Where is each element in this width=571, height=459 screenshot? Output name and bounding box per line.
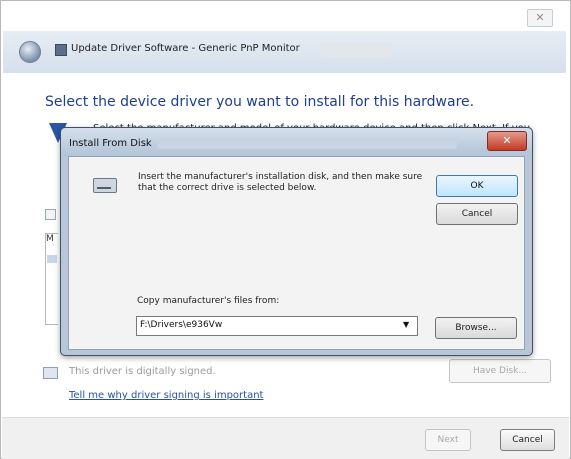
wizard-footer <box>2 417 569 459</box>
title-blur-region <box>321 43 391 57</box>
disk-drive-icon <box>93 178 117 193</box>
list-header: M <box>46 234 54 244</box>
path-combobox[interactable]: F:\Drivers\e936Vw ▼ <box>136 316 418 336</box>
title-blur-region <box>157 137 457 149</box>
dialog-body: Insert the manufacturer's installation d… <box>68 156 525 350</box>
window-title: Update Driver Software - Generic PnP Mon… <box>71 43 300 54</box>
dialog-titlebar: Install From Disk ✕ <box>61 128 532 156</box>
next-button[interactable]: Next <box>425 429 471 451</box>
compatible-hardware-checkbox[interactable] <box>45 209 56 220</box>
dialog-close-button[interactable]: ✕ <box>487 131 527 151</box>
monitor-icon <box>55 44 67 56</box>
dialog-cancel-button[interactable]: Cancel <box>436 203 518 225</box>
have-disk-button[interactable]: Have Disk... <box>449 359 551 383</box>
page-heading: Select the device driver you want to ins… <box>45 94 475 110</box>
manufacturer-list[interactable]: M <box>45 233 58 325</box>
path-value[interactable]: F:\Drivers\e936Vw <box>140 320 222 330</box>
back-arrow-icon[interactable] <box>19 41 41 63</box>
ok-button[interactable]: OK <box>436 175 518 197</box>
driver-signing-link[interactable]: Tell me why driver signing is important <box>69 390 263 401</box>
driver-signed-text: This driver is digitally signed. <box>69 366 216 377</box>
list-item[interactable] <box>47 255 57 263</box>
window-close-button[interactable]: ✕ <box>527 9 553 27</box>
dialog-title: Install From Disk <box>69 138 152 149</box>
dropdown-arrow-icon[interactable]: ▼ <box>403 320 409 329</box>
disk-slot <box>97 187 111 189</box>
copy-files-label: Copy manufacturer's files from: <box>137 296 280 306</box>
browse-button[interactable]: Browse... <box>435 317 517 339</box>
driver-icon <box>43 367 58 379</box>
insert-disk-instruction: Insert the manufacturer's installation d… <box>138 172 423 193</box>
install-from-disk-dialog: Install From Disk ✕ Insert the manufactu… <box>60 127 533 356</box>
cancel-button[interactable]: Cancel <box>500 429 555 451</box>
